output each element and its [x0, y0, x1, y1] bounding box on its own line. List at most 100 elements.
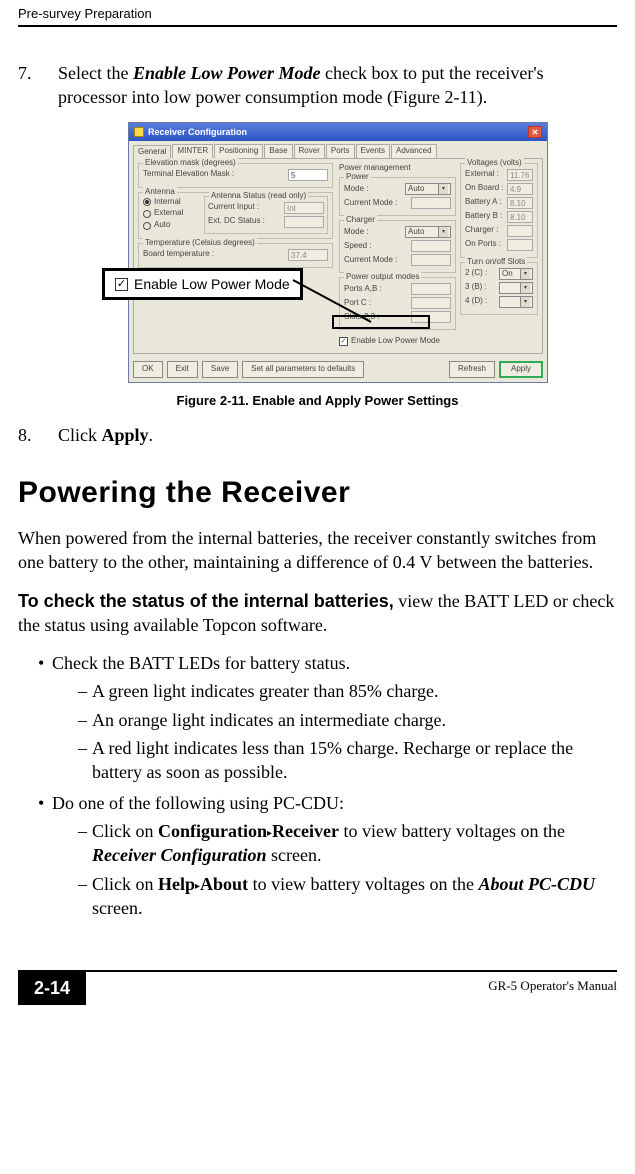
volt-label: Battery A :: [465, 197, 501, 208]
dialog-button-row: OK Exit Save Set all parameters to defau…: [129, 358, 547, 382]
tab-rover[interactable]: Rover: [294, 144, 325, 158]
checkbox-icon: ✓: [115, 278, 128, 291]
list-item: A red light indicates less than 15% char…: [78, 736, 617, 785]
step-8: 8. Click Apply.: [18, 423, 617, 447]
dialog-titlebar: Receiver Configuration ✕: [129, 123, 547, 141]
text: screen.: [267, 845, 322, 865]
figure-caption: Figure 2-11. Enable and Apply Power Sett…: [18, 392, 617, 410]
volt-label: Charger :: [465, 225, 498, 236]
checkbox-icon: ✓: [339, 337, 348, 346]
chevron-down-icon: ▾: [520, 269, 530, 279]
save-button[interactable]: Save: [202, 361, 238, 378]
tab-minter[interactable]: MINTER: [172, 144, 213, 158]
page-number: 2-14: [18, 972, 86, 1005]
chevron-down-icon: ▾: [438, 227, 448, 237]
exit-button[interactable]: Exit: [167, 361, 198, 378]
group-title: Temperature (Celsius degrees): [143, 238, 257, 249]
header-rule: [18, 25, 617, 27]
volt-label: Battery B :: [465, 211, 502, 222]
text: Click: [58, 425, 102, 445]
step-number: 7.: [18, 61, 48, 85]
tab-ports[interactable]: Ports: [326, 144, 355, 158]
tab-base[interactable]: Base: [264, 144, 292, 158]
tab-positioning[interactable]: Positioning: [214, 144, 263, 158]
tab-events[interactable]: Events: [356, 144, 390, 158]
charger-current-mode-label: Current Mode :: [344, 255, 397, 266]
step-8-text: Click Apply.: [58, 425, 153, 445]
charger-mode-select[interactable]: Auto▾: [405, 226, 451, 238]
elev-mask-input[interactable]: 5: [288, 169, 328, 181]
ok-button[interactable]: OK: [133, 361, 163, 378]
elev-mask-label: Terminal Elevation Mask :: [143, 169, 234, 180]
running-head: Pre-survey Preparation: [18, 0, 617, 25]
radio-auto[interactable]: Auto: [143, 220, 198, 231]
radio-label: Auto: [154, 220, 170, 231]
ext-dc-label: Ext. DC Status :: [208, 216, 265, 227]
tab-advanced[interactable]: Advanced: [391, 144, 437, 158]
radio-external[interactable]: External: [143, 208, 198, 219]
slot-select[interactable]: On▾: [499, 268, 533, 280]
volt-value: 8.10: [507, 197, 533, 209]
radio-label: External: [154, 208, 183, 219]
text: Check the BATT LEDs for battery status.: [52, 653, 350, 673]
slots-23-value: [411, 311, 451, 323]
charger-speed-value: [411, 240, 451, 252]
group-title: Antenna: [143, 187, 177, 198]
group-power: Power Mode :Auto▾ Current Mode :: [339, 177, 456, 216]
defaults-button[interactable]: Set all parameters to defaults: [242, 361, 364, 378]
volt-label: On Ports :: [465, 239, 501, 250]
list-item: Check the BATT LEDs for battery status. …: [38, 651, 617, 784]
list-item: Click on Help▸About to view battery volt…: [78, 872, 617, 921]
volt-label: On Board :: [465, 183, 504, 194]
volt-value: 4.9: [507, 183, 533, 195]
close-icon[interactable]: ✕: [528, 126, 542, 138]
dialog-title-text: Receiver Configuration: [148, 126, 247, 138]
list-item: A green light indicates greater than 85%…: [78, 679, 617, 703]
volt-value: 11.76: [507, 169, 533, 181]
volt-value: [507, 225, 533, 237]
text: screen.: [92, 898, 142, 918]
group-slots: Turn on/off Slots 2 (C) :On▾ 3 (B) :▾ 4 …: [460, 262, 538, 315]
menu-path: Configuration: [158, 821, 267, 841]
enable-low-power-checkbox[interactable]: ✓ Enable Low Power Mode: [339, 336, 456, 347]
screen-name: Receiver Configuration: [92, 845, 267, 865]
radio-label: Internal: [154, 197, 181, 208]
ports-ab-value: [411, 283, 451, 295]
group-title: Power output modes: [344, 272, 421, 283]
power-mode-select[interactable]: Auto▾: [405, 183, 451, 195]
bullet-list: Check the BATT LEDs for battery status. …: [18, 651, 617, 920]
tab-general[interactable]: General: [133, 145, 171, 159]
board-temp-value: 37.4: [288, 249, 328, 261]
refresh-button[interactable]: Refresh: [449, 361, 495, 378]
chevron-down-icon: ▾: [438, 184, 448, 194]
text: to view battery voltages on the: [339, 821, 565, 841]
charger-speed-label: Speed :: [344, 241, 372, 252]
apply-button[interactable]: Apply: [499, 361, 543, 378]
port-c-value: [411, 297, 451, 309]
slot-select[interactable]: ▾: [499, 296, 533, 308]
board-temp-label: Board temperature :: [143, 249, 214, 260]
app-icon: [134, 127, 144, 137]
slot-label: 4 (D) :: [465, 296, 487, 307]
power-mode-label: Mode :: [344, 184, 368, 195]
slot-select[interactable]: ▾: [499, 282, 533, 294]
volt-label: External :: [465, 169, 499, 180]
callout-enable-low-power: ✓ Enable Low Power Mode: [102, 268, 303, 301]
power-current-mode-value: [411, 197, 451, 209]
charger-mode-label: Mode :: [344, 227, 368, 238]
text: Click on: [92, 874, 158, 894]
radio-internal[interactable]: Internal: [143, 197, 198, 208]
screen-name: About PC-CDU: [479, 874, 596, 894]
menu-path: Help: [158, 874, 195, 894]
chevron-down-icon: ▾: [520, 283, 530, 293]
slot-label: 2 (C) :: [465, 268, 487, 279]
group-antenna: Antenna Internal External Auto Antenna S…: [138, 192, 333, 239]
slots-23-label: Slots 2,3 :: [344, 312, 380, 323]
text: .: [149, 425, 154, 445]
dash-list: A green light indicates greater than 85%…: [52, 679, 617, 784]
group-title: Antenna Status (read only): [209, 191, 308, 202]
step-number: 8.: [18, 423, 48, 447]
list-item: Do one of the following using PC-CDU: Cl…: [38, 791, 617, 920]
dialog-body: Elevation mask (degrees) Terminal Elevat…: [133, 158, 543, 355]
ui-term: Apply: [102, 425, 149, 445]
